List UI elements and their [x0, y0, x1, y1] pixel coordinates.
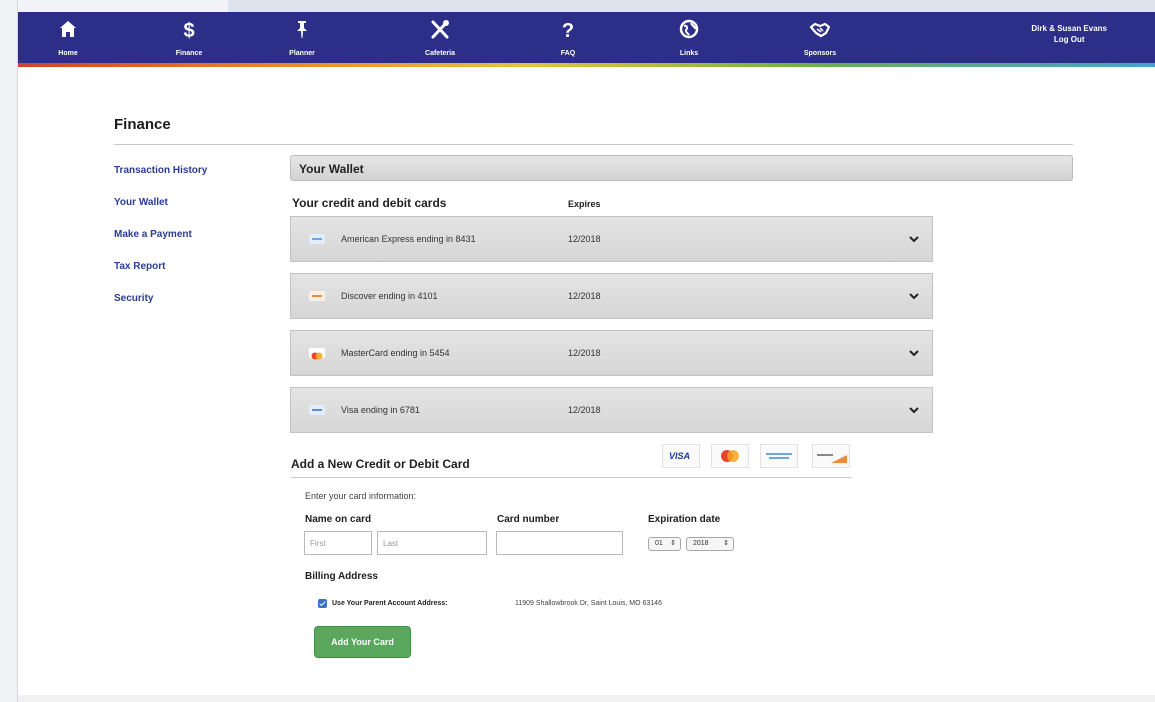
card-name: Visa ending in 6781: [341, 405, 420, 415]
fork-knife-icon: [431, 20, 449, 39]
globe-icon: [679, 19, 699, 39]
card-number-label: Card number: [497, 514, 560, 525]
nav-home[interactable]: Home: [38, 12, 98, 63]
card-expiry: 12/2018: [568, 291, 601, 301]
card-name: American Express ending in 8431: [341, 234, 476, 244]
bottom-scroll-strip: [18, 695, 1155, 702]
sidebar-item-tax-report[interactable]: Tax Report: [114, 261, 166, 272]
nav-label: FAQ: [560, 50, 576, 57]
visa-card-icon: [309, 405, 325, 415]
user-menu: Dirk & Susan Evans Log Out: [1031, 23, 1107, 45]
mastercard-logo: [711, 444, 749, 468]
last-name-input[interactable]: [377, 531, 487, 555]
card-expiry: 12/2018: [568, 405, 601, 415]
nav-cafeteria[interactable]: Cafeteria: [410, 12, 470, 63]
page-title: Finance: [114, 116, 171, 133]
amex-card-icon: [309, 234, 325, 244]
wallet-section-header: Your Wallet: [290, 155, 1073, 181]
pushpin-icon: [297, 21, 307, 38]
nav-color-stripe: [18, 63, 1155, 67]
card-row-discover[interactable]: Discover ending in 4101 12/2018: [290, 273, 933, 319]
add-your-card-button[interactable]: Add Your Card: [314, 626, 411, 658]
use-parent-address-checkbox[interactable]: [318, 599, 327, 608]
card-expiry: 12/2018: [568, 348, 601, 358]
svg-text:?: ?: [562, 20, 574, 40]
wallet-header-label: Your Wallet: [299, 162, 364, 176]
svg-text:$: $: [183, 20, 194, 40]
amex-logo: [760, 444, 798, 468]
nav-label: Finance: [175, 50, 203, 57]
sidebar-item-your-wallet[interactable]: Your Wallet: [114, 197, 168, 208]
discover-logo: [812, 444, 850, 468]
first-name-input[interactable]: [304, 531, 372, 555]
home-icon: [60, 21, 76, 37]
visa-logo: VISA: [662, 444, 700, 468]
chevron-down-icon[interactable]: [909, 291, 919, 301]
top-nav-bar: Home $ Finance Planner Cafeteria ? FAQ L…: [18, 12, 1155, 63]
discover-card-icon: [309, 291, 325, 301]
expiration-year-select[interactable]: 2018 ⇕: [686, 537, 734, 551]
sidebar-item-make-a-payment[interactable]: Make a Payment: [114, 229, 192, 240]
chevron-down-icon[interactable]: [909, 234, 919, 244]
year-value: 2018: [693, 540, 709, 547]
logout-link[interactable]: Log Out: [1031, 34, 1107, 45]
sidebar-item-security[interactable]: Security: [114, 293, 153, 304]
card-number-input[interactable]: [496, 531, 623, 555]
browser-top-strip: [0, 0, 1155, 12]
nav-label: Sponsors: [803, 50, 837, 57]
name-on-card-label: Name on card: [305, 514, 372, 525]
title-divider: [114, 144, 1073, 145]
billing-address-label: Billing Address: [305, 571, 378, 582]
nav-sponsors[interactable]: Sponsors: [790, 12, 850, 63]
month-value: 01: [655, 540, 663, 547]
select-arrows-icon: ⇕: [670, 540, 676, 547]
browser-tab-area: [228, 0, 1155, 12]
nav-finance[interactable]: $ Finance: [159, 12, 219, 63]
card-row-visa[interactable]: Visa ending in 6781 12/2018: [290, 387, 933, 433]
card-expiry: 12/2018: [568, 234, 601, 244]
visa-logo-text: VISA: [669, 451, 691, 461]
nav-faq[interactable]: ? FAQ: [538, 12, 598, 63]
sidebar-item-transaction-history[interactable]: Transaction History: [114, 165, 207, 176]
dollar-icon: $: [183, 20, 194, 40]
parent-address-text: 11909 Shallowbrook Dr, Saint Louis, MO 6…: [515, 600, 662, 607]
nav-planner[interactable]: Planner: [272, 12, 332, 63]
expiration-date-label: Expiration date: [648, 514, 721, 525]
expires-column-heading: Expires: [568, 199, 601, 209]
cards-heading: Your credit and debit cards: [292, 196, 447, 210]
window-left-frame: [0, 0, 18, 702]
expiration-month-select[interactable]: 01 ⇕: [648, 537, 681, 551]
add-card-heading: Add a New Credit or Debit Card: [291, 457, 470, 471]
chevron-down-icon[interactable]: [909, 405, 919, 415]
card-name: Discover ending in 4101: [341, 291, 438, 301]
nav-links[interactable]: Links: [659, 12, 719, 63]
nav-label: Cafeteria: [425, 50, 455, 57]
nav-label: Links: [679, 50, 699, 57]
question-icon: ?: [562, 20, 574, 40]
chevron-down-icon[interactable]: [909, 348, 919, 358]
select-arrows-icon: ⇕: [723, 540, 729, 547]
card-row-mastercard[interactable]: MasterCard ending in 5454 12/2018: [290, 330, 933, 376]
card-name: MasterCard ending in 5454: [341, 348, 450, 358]
add-card-divider: [291, 477, 851, 478]
handshake-icon: [809, 22, 831, 38]
use-parent-address-label: Use Your Parent Account Address:: [332, 600, 448, 607]
nav-label: Home: [58, 50, 78, 57]
nav-label: Planner: [289, 50, 315, 57]
user-name-link[interactable]: Dirk & Susan Evans: [1031, 23, 1107, 34]
card-info-instructions: Enter your card information:: [305, 491, 417, 501]
mastercard-card-icon: [309, 348, 325, 360]
card-row-amex[interactable]: American Express ending in 8431 12/2018: [290, 216, 933, 262]
